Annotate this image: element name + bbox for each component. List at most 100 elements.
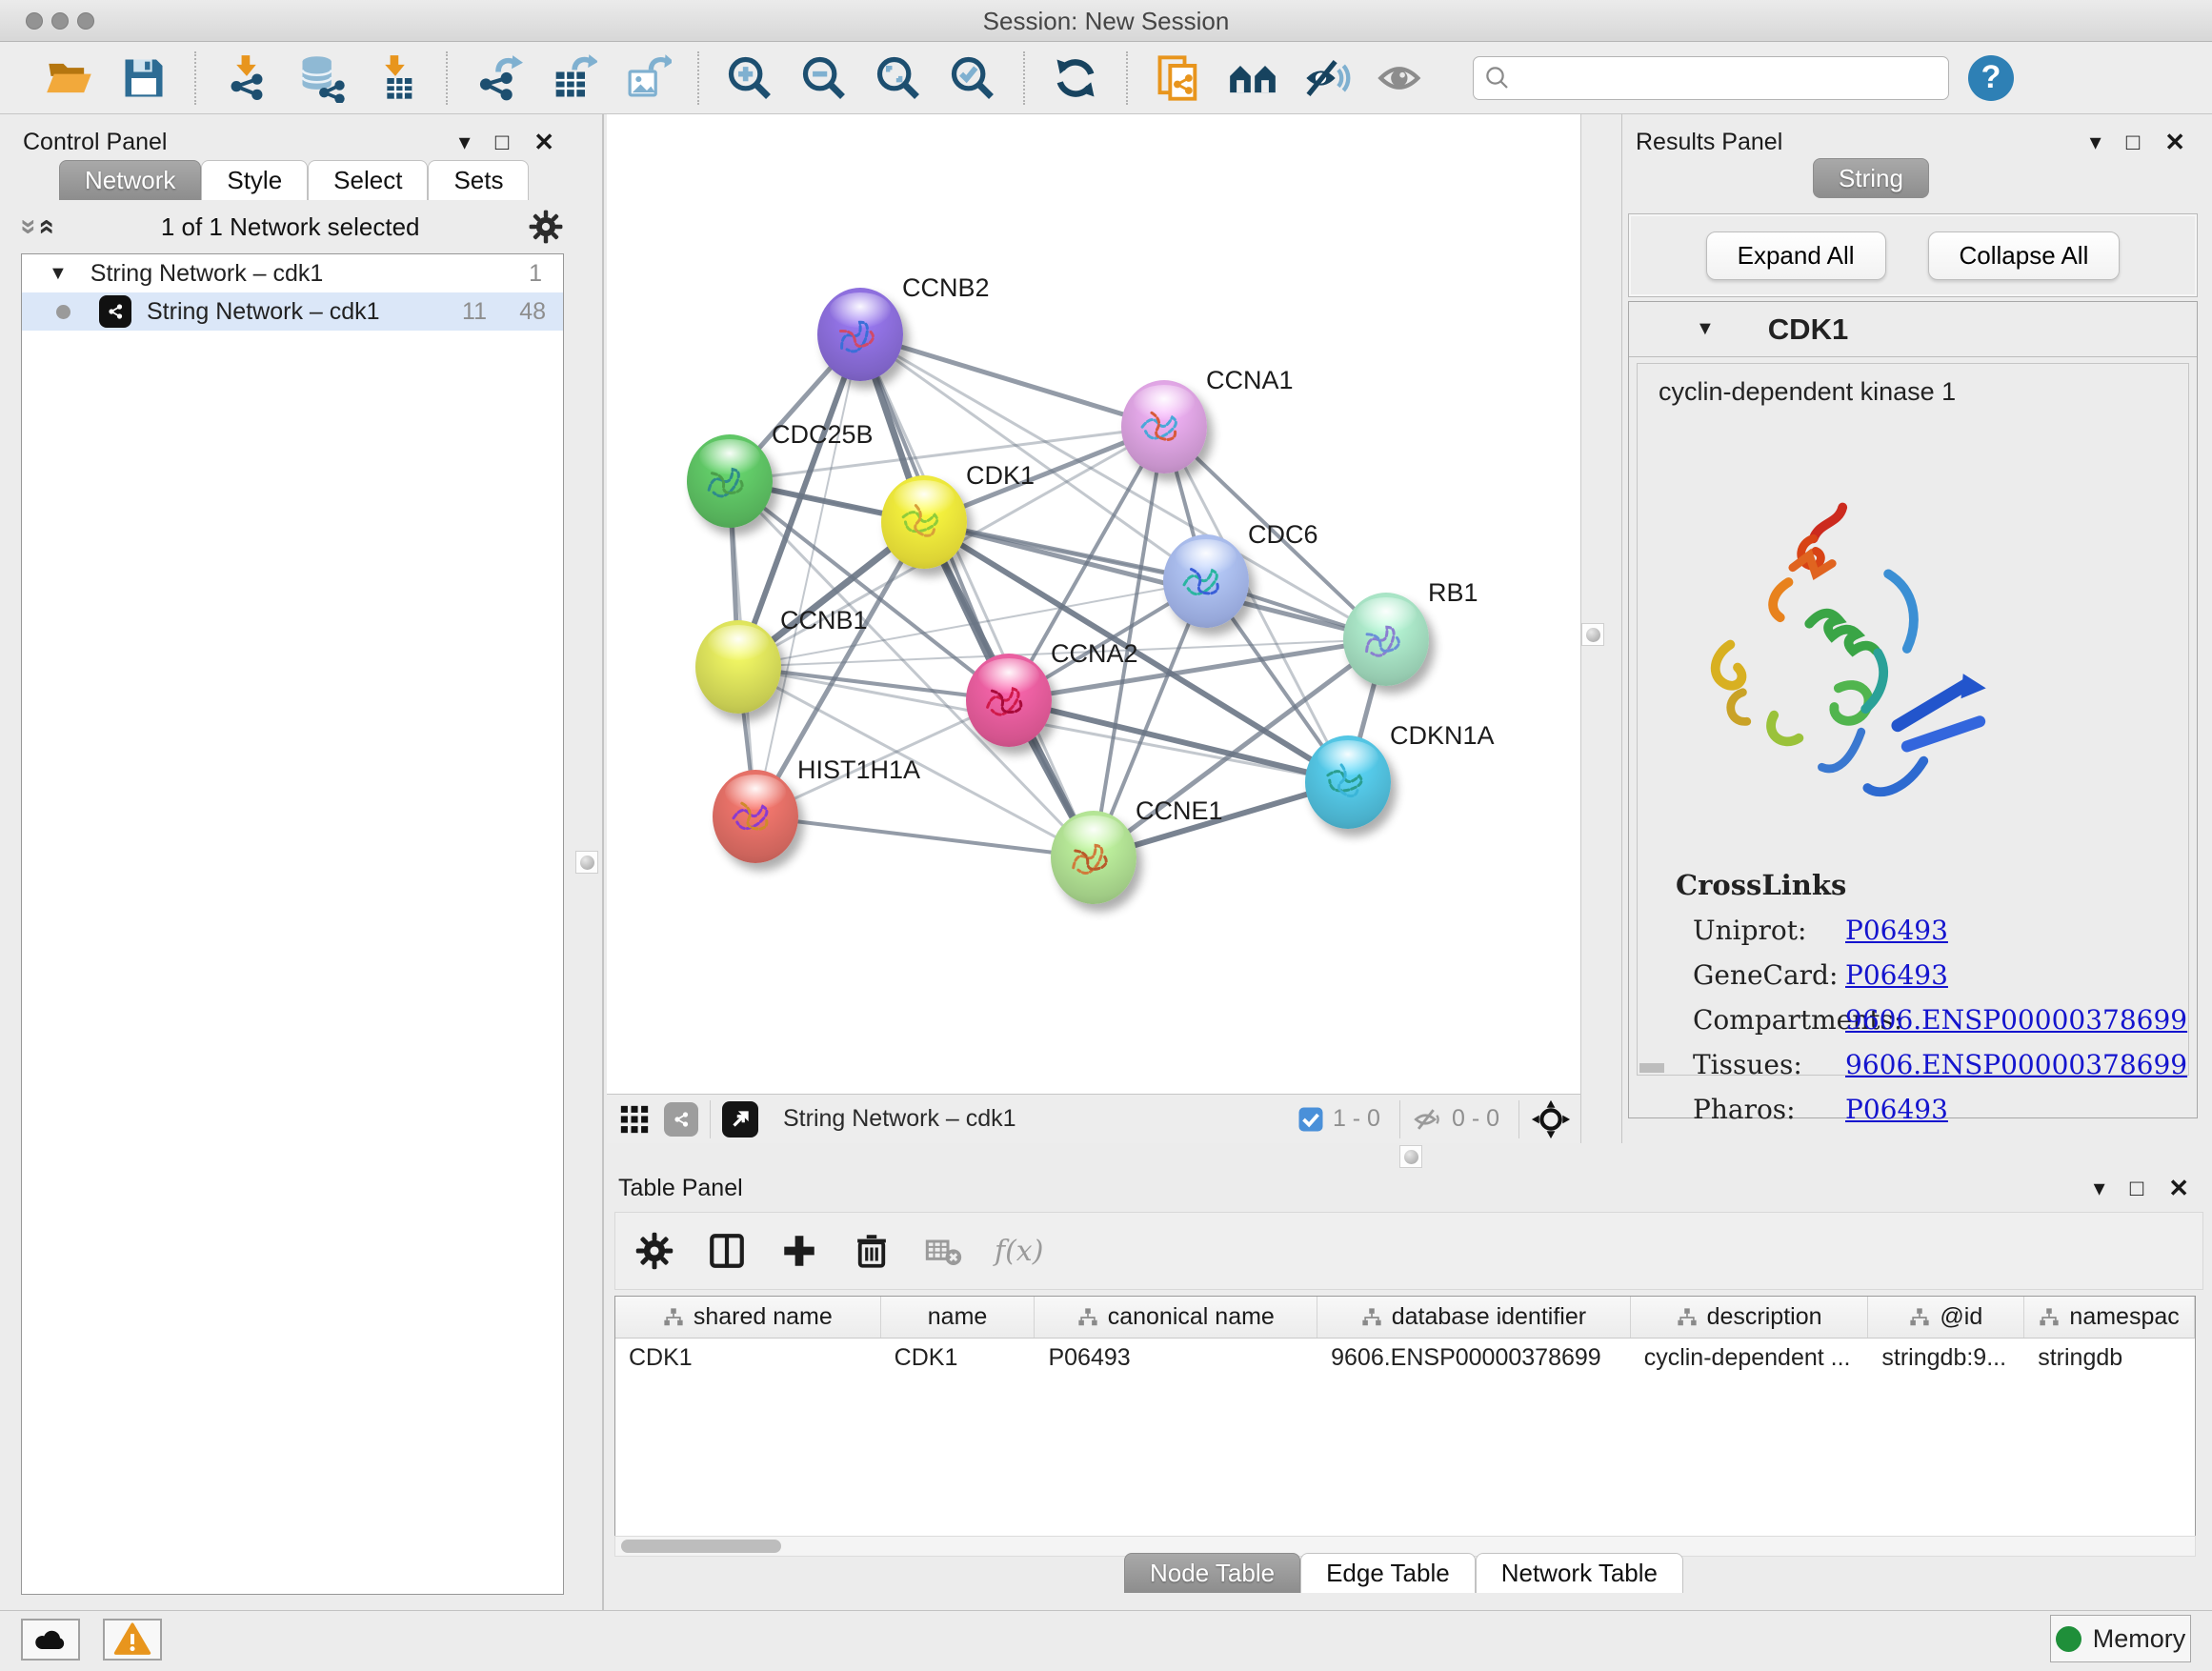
table-cell[interactable]: 9606.ENSP00000378699	[1317, 1339, 1631, 1377]
tab-edge-table[interactable]: Edge Table	[1300, 1553, 1476, 1593]
splitter-handle[interactable]	[1581, 623, 1604, 646]
cloud-button[interactable]	[21, 1619, 80, 1661]
zoom-out-icon[interactable]	[799, 53, 849, 103]
help-button[interactable]: ?	[1968, 55, 2014, 101]
column-header-database-identifier[interactable]: database identifier	[1317, 1297, 1631, 1338]
panel-maximize-icon[interactable]: □	[2130, 1176, 2144, 1202]
network-node-cdc25b[interactable]	[687, 434, 773, 528]
string-view-icon[interactable]	[664, 1102, 698, 1137]
panel-maximize-icon[interactable]: □	[2126, 130, 2141, 156]
search-box[interactable]	[1473, 56, 1949, 100]
selected-checkbox-icon[interactable]	[1297, 1105, 1325, 1134]
delete-column-trash-icon[interactable]	[852, 1231, 892, 1271]
panel-float-icon[interactable]: ▾	[2094, 1175, 2105, 1202]
crosslink-link[interactable]: 9606.ENSP00000378699	[1845, 1004, 2187, 1036]
import-network-file-icon[interactable]	[222, 53, 271, 103]
export-table-icon[interactable]	[548, 53, 597, 103]
refresh-layout-icon[interactable]	[1051, 53, 1100, 103]
search-input[interactable]	[1512, 64, 1921, 91]
column-header--id[interactable]: @id	[1868, 1297, 2024, 1338]
memory-button[interactable]: Memory	[2050, 1615, 2191, 1662]
network-node-cdc6[interactable]	[1163, 534, 1249, 628]
horizontal-splitter[interactable]	[607, 1143, 2212, 1170]
add-column-icon[interactable]	[779, 1231, 819, 1271]
table-cell[interactable]: stringdb	[2024, 1339, 2195, 1377]
hide-selected-icon[interactable]	[1302, 53, 1352, 103]
first-neighbors-icon[interactable]	[1228, 53, 1277, 103]
table-row[interactable]: CDK1CDK1P064939606.ENSP00000378699cyclin…	[615, 1339, 2195, 1377]
import-table-icon[interactable]	[371, 53, 420, 103]
results-hscroll-thumb[interactable]	[1639, 1063, 1664, 1073]
function-builder-icon[interactable]: f(x)	[995, 1235, 1043, 1268]
network-node-ccna1[interactable]	[1121, 380, 1207, 473]
network-edge[interactable]	[860, 334, 1164, 427]
export-image-icon[interactable]	[622, 53, 672, 103]
collapse-caret-icon[interactable]: ▼	[49, 263, 68, 285]
panel-float-icon[interactable]: ▾	[2090, 129, 2101, 156]
warnings-button[interactable]	[103, 1619, 162, 1661]
window-close-button[interactable]	[26, 12, 43, 30]
crosslink-link[interactable]: P06493	[1845, 959, 1948, 991]
network-node-ccnb1[interactable]	[695, 620, 781, 714]
show-all-icon[interactable]	[1377, 53, 1426, 103]
collection-row[interactable]: ▼ String Network – cdk1 1	[22, 254, 563, 292]
delete-table-icon[interactable]	[924, 1232, 962, 1270]
fit-content-crosshair-icon[interactable]	[1531, 1099, 1571, 1139]
collapse-all-networks-icon[interactable]: »	[29, 219, 61, 235]
tab-sets[interactable]: Sets	[428, 160, 529, 200]
zoom-selected-icon[interactable]	[948, 53, 997, 103]
crosslink-link[interactable]: P06493	[1845, 1094, 1948, 1125]
tab-network[interactable]: Network	[59, 160, 201, 200]
table-cell[interactable]: CDK1	[881, 1339, 1036, 1377]
table-cell[interactable]: cyclin-dependent ...	[1631, 1339, 1869, 1377]
network-node-rb1[interactable]	[1343, 593, 1429, 686]
hidden-eye-icon[interactable]	[1412, 1103, 1444, 1136]
duplicate-network-icon[interactable]	[1154, 53, 1203, 103]
grid-view-icon[interactable]	[618, 1103, 651, 1136]
show-columns-icon[interactable]	[707, 1231, 747, 1271]
table-cell[interactable]: stringdb:9...	[1868, 1339, 2024, 1377]
table-hscroll-thumb[interactable]	[621, 1540, 781, 1553]
table-cell[interactable]: CDK1	[615, 1339, 881, 1377]
network-node-hist1h1a[interactable]	[713, 770, 798, 863]
network-node-ccnb2[interactable]	[817, 288, 903, 381]
crosslink-link[interactable]: 9606.ENSP00000378699	[1845, 1049, 2187, 1080]
splitter-handle[interactable]	[575, 851, 598, 874]
table-cell[interactable]: P06493	[1035, 1339, 1317, 1377]
export-network-icon[interactable]	[473, 53, 523, 103]
tab-string[interactable]: String	[1813, 158, 1929, 198]
collapse-caret-icon[interactable]: ▼	[1696, 318, 1715, 340]
tab-node-table[interactable]: Node Table	[1124, 1553, 1300, 1593]
column-header-canonical-name[interactable]: canonical name	[1035, 1297, 1317, 1338]
network-node-ccna2[interactable]	[966, 654, 1052, 747]
column-header-shared-name[interactable]: shared name	[615, 1297, 881, 1338]
network-node-ccne1[interactable]	[1051, 811, 1136, 904]
save-session-icon[interactable]	[119, 53, 169, 103]
panel-close-icon[interactable]: ✕	[533, 128, 554, 157]
zoom-fit-icon[interactable]	[874, 53, 923, 103]
tab-style[interactable]: Style	[201, 160, 308, 200]
network-options-gear-icon[interactable]	[528, 209, 564, 245]
open-session-icon[interactable]	[45, 53, 94, 103]
network-edge[interactable]	[755, 816, 1094, 857]
protein-card-header[interactable]: ▼ CDK1	[1629, 302, 2197, 357]
panel-maximize-icon[interactable]: □	[495, 130, 510, 156]
panel-float-icon[interactable]: ▾	[459, 129, 471, 156]
panel-close-icon[interactable]: ✕	[2168, 1174, 2189, 1203]
window-minimize-button[interactable]	[51, 12, 69, 30]
tab-network-table[interactable]: Network Table	[1476, 1553, 1683, 1593]
column-header-namespac[interactable]: namespac	[2024, 1297, 2195, 1338]
birdseye-view-icon[interactable]	[722, 1101, 758, 1137]
column-header-description[interactable]: description	[1631, 1297, 1869, 1338]
network-canvas[interactable]: CCNB2CCNA1CDC25BCDK1CDC6RB1CCNB1CCNA2CDK…	[607, 114, 1580, 1094]
network-row[interactable]: String Network – cdk1 11 48	[22, 292, 563, 331]
vertical-splitter[interactable]	[602, 114, 604, 1610]
panel-close-icon[interactable]: ✕	[2164, 128, 2185, 157]
collapse-all-button[interactable]: Collapse All	[1928, 232, 2121, 280]
network-node-cdkn1a[interactable]	[1305, 735, 1391, 829]
splitter-handle[interactable]	[1399, 1145, 1422, 1168]
window-zoom-button[interactable]	[77, 12, 94, 30]
expand-all-button[interactable]: Expand All	[1706, 232, 1886, 280]
table-options-gear-icon[interactable]	[634, 1231, 674, 1271]
zoom-in-icon[interactable]	[725, 53, 774, 103]
